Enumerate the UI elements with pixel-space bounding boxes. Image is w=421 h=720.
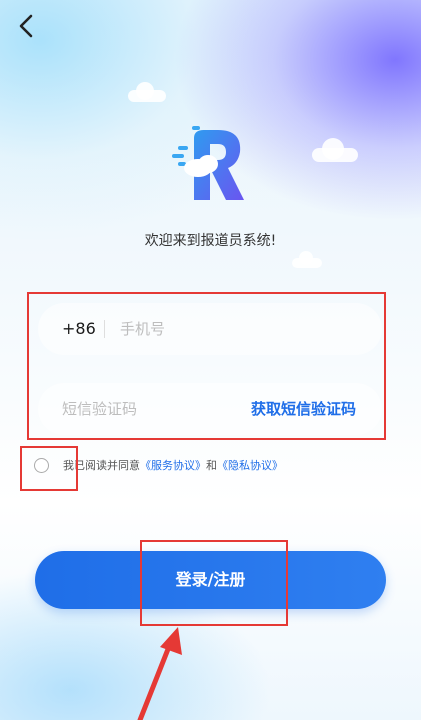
agreement-and: 和 bbox=[206, 459, 217, 472]
highlight-box bbox=[140, 540, 288, 626]
service-agreement-link[interactable]: 《服务协议》 bbox=[140, 457, 206, 473]
chevron-left-icon bbox=[19, 14, 33, 38]
app-logo-r-icon bbox=[172, 126, 244, 200]
cloud-decoration bbox=[292, 251, 322, 268]
cloud-decoration bbox=[128, 82, 166, 102]
privacy-agreement-link[interactable]: 《隐私协议》 bbox=[217, 457, 283, 473]
back-button[interactable] bbox=[14, 12, 38, 40]
red-arrow-icon bbox=[137, 627, 182, 720]
welcome-text: 欢迎来到报道员系统! bbox=[144, 233, 277, 249]
cloud-decoration bbox=[312, 138, 358, 162]
highlight-box bbox=[20, 446, 78, 491]
highlight-box bbox=[27, 292, 386, 440]
